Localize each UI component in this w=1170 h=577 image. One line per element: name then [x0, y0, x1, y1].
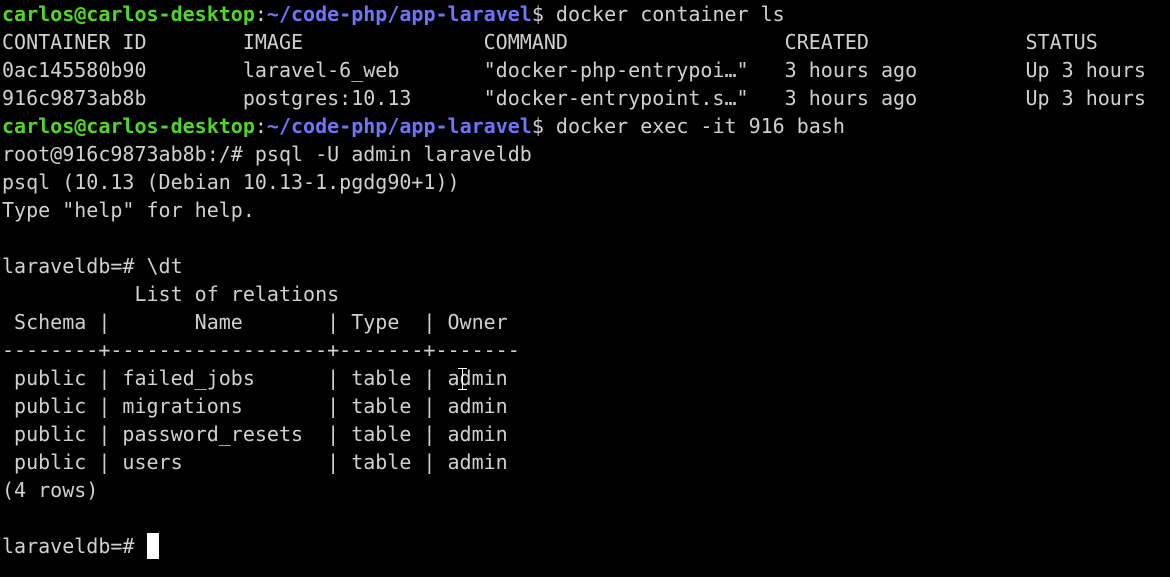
- relations-header: Schema | Name | Type | Owner: [2, 310, 508, 334]
- prompt-symbol: $: [531, 114, 556, 138]
- container-shell-command: root@916c9873ab8b:/# psql -U admin larav…: [2, 142, 532, 166]
- psql-help-hint: Type "help" for help.: [2, 198, 255, 222]
- prompt-line-docker-exec: carlos@carlos-desktop:~/code-php/app-lar…: [2, 112, 1168, 140]
- prompt-line-docker-ls: carlos@carlos-desktop:~/code-php/app-lar…: [2, 0, 1168, 28]
- relations-row: public | migrations | table | admin: [2, 394, 508, 418]
- row-count: (4 rows): [2, 478, 99, 502]
- terminal-window[interactable]: carlos@carlos-desktop:~/code-php/app-lar…: [2, 0, 1168, 577]
- command-text: docker container ls: [555, 2, 785, 26]
- docker-table-row: 916c9873ab8b postgres:10.13 "docker-entr…: [2, 86, 1146, 110]
- relations-row: public | password_resets | table | admin: [2, 422, 508, 446]
- prompt-user-host: carlos@carlos-desktop: [2, 2, 255, 26]
- ibeam-mouse-cursor-icon: [458, 368, 467, 390]
- prompt-path: ~/code-php/app-laravel: [266, 114, 532, 138]
- docker-table-header: CONTAINER ID IMAGE COMMAND CREATED STATU…: [2, 30, 1098, 54]
- command-text: docker exec -it 916 bash: [555, 114, 845, 138]
- prompt-path: ~/code-php/app-laravel: [266, 2, 532, 26]
- psql-dt-command: laraveldb=# \dt: [2, 254, 183, 278]
- docker-table-row: 0ac145580b90 laravel-6_web "docker-php-e…: [2, 58, 1146, 82]
- prompt-symbol: $: [531, 2, 556, 26]
- prompt-separator: :: [254, 114, 267, 138]
- psql-prompt: laraveldb=#: [2, 534, 147, 558]
- relations-title: List of relations: [2, 282, 340, 306]
- relations-row: public | failed_jobs | table | admin: [2, 366, 508, 390]
- relations-row: public | users | table | admin: [2, 450, 508, 474]
- relations-divider: --------+------------------+-------+----…: [2, 338, 520, 362]
- prompt-separator: :: [254, 2, 267, 26]
- prompt-user-host: carlos@carlos-desktop: [2, 114, 255, 138]
- psql-input-line[interactable]: laraveldb=#: [2, 532, 1168, 560]
- psql-version: psql (10.13 (Debian 10.13-1.pgdg90+1)): [2, 170, 460, 194]
- text-cursor-icon: [146, 533, 159, 559]
